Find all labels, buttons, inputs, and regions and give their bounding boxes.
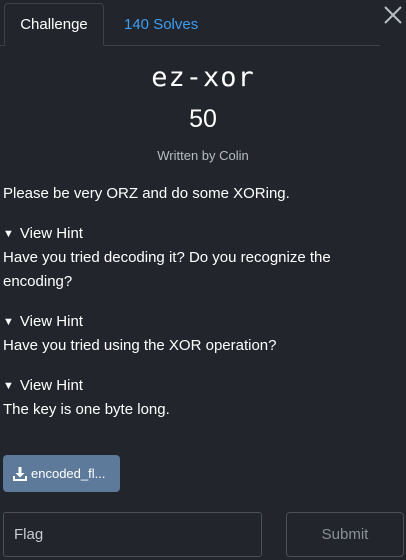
hint-toggle-3[interactable]: ▼ View Hint bbox=[3, 377, 83, 394]
tab-solves[interactable]: 140 Solves bbox=[124, 3, 198, 45]
challenge-name: ez-xor bbox=[151, 62, 255, 93]
download-icon bbox=[12, 466, 28, 482]
triangle-down-icon: ▼ bbox=[3, 228, 14, 240]
triangle-down-icon: ▼ bbox=[3, 316, 14, 328]
triangle-down-icon: ▼ bbox=[3, 380, 14, 392]
close-icon bbox=[384, 6, 402, 24]
hint-text-2: Have you tried using the XOR operation? bbox=[3, 337, 277, 354]
hint-text-1: Have you tried decoding it? Do you recog… bbox=[3, 249, 331, 290]
flag-input[interactable] bbox=[3, 512, 262, 557]
challenge-points: 50 bbox=[189, 105, 217, 133]
hint-text-3: The key is one byte long. bbox=[3, 401, 170, 418]
hint-toggle-1[interactable]: ▼ View Hint bbox=[3, 225, 83, 242]
tab-solves-label: 140 Solves bbox=[124, 15, 199, 33]
tab-challenge-label: Challenge bbox=[20, 16, 88, 33]
download-file-label: encoded_fl... bbox=[31, 466, 106, 481]
hint-toggle-2[interactable]: ▼ View Hint bbox=[3, 313, 83, 330]
submit-button[interactable]: Submit bbox=[286, 512, 404, 557]
hint-toggle-label: View Hint bbox=[19, 313, 83, 330]
challenge-description: Please be very ORZ and do some XORing. bbox=[3, 185, 290, 202]
close-button[interactable] bbox=[382, 4, 404, 26]
challenge-tabs: Challenge 140 Solves bbox=[0, 0, 380, 46]
tab-challenge[interactable]: Challenge bbox=[4, 3, 104, 46]
submit-button-label: Submit bbox=[321, 526, 369, 543]
hint-toggle-label: View Hint bbox=[19, 225, 83, 242]
hint-toggle-label: View Hint bbox=[19, 377, 83, 394]
download-file-button[interactable]: encoded_fl... bbox=[3, 455, 120, 492]
challenge-author: Written by Colin bbox=[157, 148, 249, 163]
